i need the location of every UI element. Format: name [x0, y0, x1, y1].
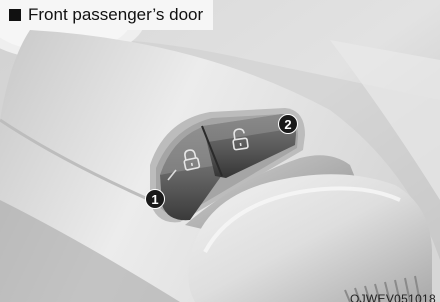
caption-text: Front passenger’s door	[28, 5, 204, 24]
door-switch-figure: Front passenger’s door 1 2 OJWEV051018	[0, 0, 440, 302]
figure-code: OJWEV051018	[349, 292, 436, 302]
door-trim-photo	[0, 0, 440, 302]
square-bullet-icon	[9, 9, 21, 21]
callout-2: 2	[278, 114, 298, 134]
callout-1: 1	[145, 189, 165, 209]
figure-caption: Front passenger’s door	[0, 0, 214, 30]
